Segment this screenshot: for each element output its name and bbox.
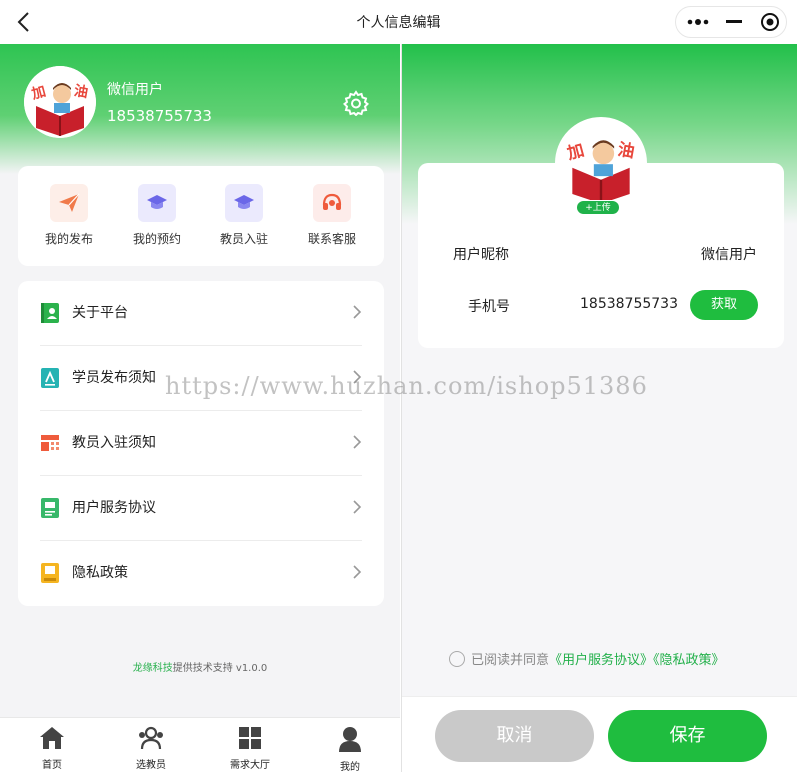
quick-action-label: 教员入驻 — [219, 232, 268, 246]
action-bar: 取消 保存 — [402, 696, 797, 772]
home-icon — [22, 726, 82, 754]
quick-actions-card: 我的发布 我的预约 教员入驻 联系客服 — [18, 166, 384, 266]
service-agreement-link[interactable]: 《用户服务协议》 — [549, 653, 653, 668]
avatar-upload[interactable]: 加 油 — [555, 117, 647, 209]
chevron-right-icon — [352, 369, 362, 385]
quick-action-support[interactable]: 联系客服 — [299, 184, 365, 247]
chevron-right-icon — [352, 499, 362, 515]
avatar[interactable]: 加 油 — [24, 66, 96, 138]
chevron-right-icon — [352, 564, 362, 580]
headset-icon — [313, 184, 351, 222]
privacy-book-icon — [40, 562, 60, 584]
graduation-cap-icon — [225, 184, 263, 222]
agreement-icon — [40, 497, 60, 519]
capsule-menu — [675, 6, 787, 38]
graduation-cap-icon — [138, 184, 176, 222]
menu-item-label: 隐私政策 — [72, 565, 128, 581]
chevron-right-icon — [352, 434, 362, 450]
paper-plane-icon — [50, 184, 88, 222]
document-pen-icon — [40, 367, 60, 389]
privacy-policy-link[interactable]: 《隐私政策》 — [653, 653, 725, 668]
cancel-button[interactable]: 取消 — [435, 710, 594, 762]
menu-item-label: 用户服务协议 — [72, 500, 156, 516]
get-phone-button[interactable]: 获取 — [690, 290, 758, 320]
menu-item-label: 学员发布须知 — [72, 370, 156, 386]
tab-label: 我的 — [340, 762, 360, 772]
phone-label: 手机号 — [468, 299, 510, 315]
grid-icon — [220, 726, 280, 754]
agree-text: 已阅读并同意 — [471, 653, 550, 668]
upload-badge[interactable]: +上传 — [576, 200, 620, 215]
profile-edit-panel: 加 油 +上传 用户昵称 微信用户 手机号 18538755733 获取 已阅读… — [401, 44, 797, 772]
nickname-field[interactable]: 微信用户 — [701, 244, 757, 264]
chevron-right-icon — [352, 304, 362, 320]
menu-item-label: 关于平台 — [72, 305, 128, 321]
nickname-label: 用户昵称 — [453, 247, 509, 263]
footer-text: 提供技术支持 v1.0.0 — [172, 663, 268, 674]
save-button[interactable]: 保存 — [608, 710, 767, 762]
more-dots-icon[interactable] — [680, 7, 716, 37]
tab-label: 选教员 — [136, 760, 166, 771]
quick-action-teacher-join[interactable]: 教员入驻 — [211, 184, 277, 247]
user-name: 微信用户 — [107, 82, 163, 98]
quick-action-label: 我的发布 — [44, 232, 93, 246]
svg-text:油: 油 — [616, 139, 636, 162]
minimize-icon[interactable] — [716, 7, 752, 37]
layout-grid-icon — [40, 432, 60, 454]
menu-item-student-notice[interactable]: 学员发布须知 — [18, 346, 384, 411]
phone-field[interactable]: 18538755733 — [580, 296, 678, 312]
menu-item-privacy-policy[interactable]: 隐私政策 — [18, 541, 384, 606]
tech-support-note: 龙缘科技提供技术支持 v1.0.0 — [0, 659, 400, 674]
book-user-icon — [40, 302, 60, 324]
settings-menu-card: 关于平台 学员发布须知 教员入驻须知 用户服务协议 隐私政策 — [18, 281, 384, 606]
bottom-tab-bar: 首页 选教员 需求大厅 我的 — [0, 717, 400, 772]
gear-icon[interactable] — [343, 90, 369, 117]
tab-label: 需求大厅 — [230, 760, 270, 771]
quick-action-my-bookings[interactable]: 我的预约 — [124, 184, 190, 247]
tab-home[interactable]: 首页 — [22, 726, 82, 771]
user-phone: 18538755733 — [107, 107, 212, 125]
tab-demand-hall[interactable]: 需求大厅 — [220, 726, 280, 771]
menu-item-label: 教员入驻须知 — [72, 435, 156, 451]
menu-item-service-agreement[interactable]: 用户服务协议 — [18, 476, 384, 541]
person-icon — [320, 726, 380, 756]
users-icon — [121, 726, 181, 754]
profile-page-panel: 加 油 微信用户 18538755733 我的发布 我的预约 教员入驻 联系客服… — [0, 44, 400, 772]
quick-action-my-posts[interactable]: 我的发布 — [36, 184, 102, 247]
svg-text:油: 油 — [73, 82, 90, 100]
menu-item-teacher-notice[interactable]: 教员入驻须知 — [18, 411, 384, 476]
quick-action-label: 我的预约 — [132, 232, 181, 246]
tab-choose-teacher[interactable]: 选教员 — [121, 726, 181, 771]
quick-action-label: 联系客服 — [307, 232, 356, 246]
footer-brand: 龙缘科技 — [132, 663, 173, 674]
top-nav-bar: 个人信息编辑 — [0, 0, 797, 44]
close-circle-icon[interactable] — [752, 7, 788, 37]
agree-checkbox[interactable] — [449, 651, 465, 667]
tab-mine[interactable]: 我的 — [320, 726, 380, 772]
menu-item-about[interactable]: 关于平台 — [18, 281, 384, 346]
tab-label: 首页 — [42, 760, 62, 771]
agreement-row: 已阅读并同意《用户服务协议》《隐私政策》 — [449, 649, 725, 668]
